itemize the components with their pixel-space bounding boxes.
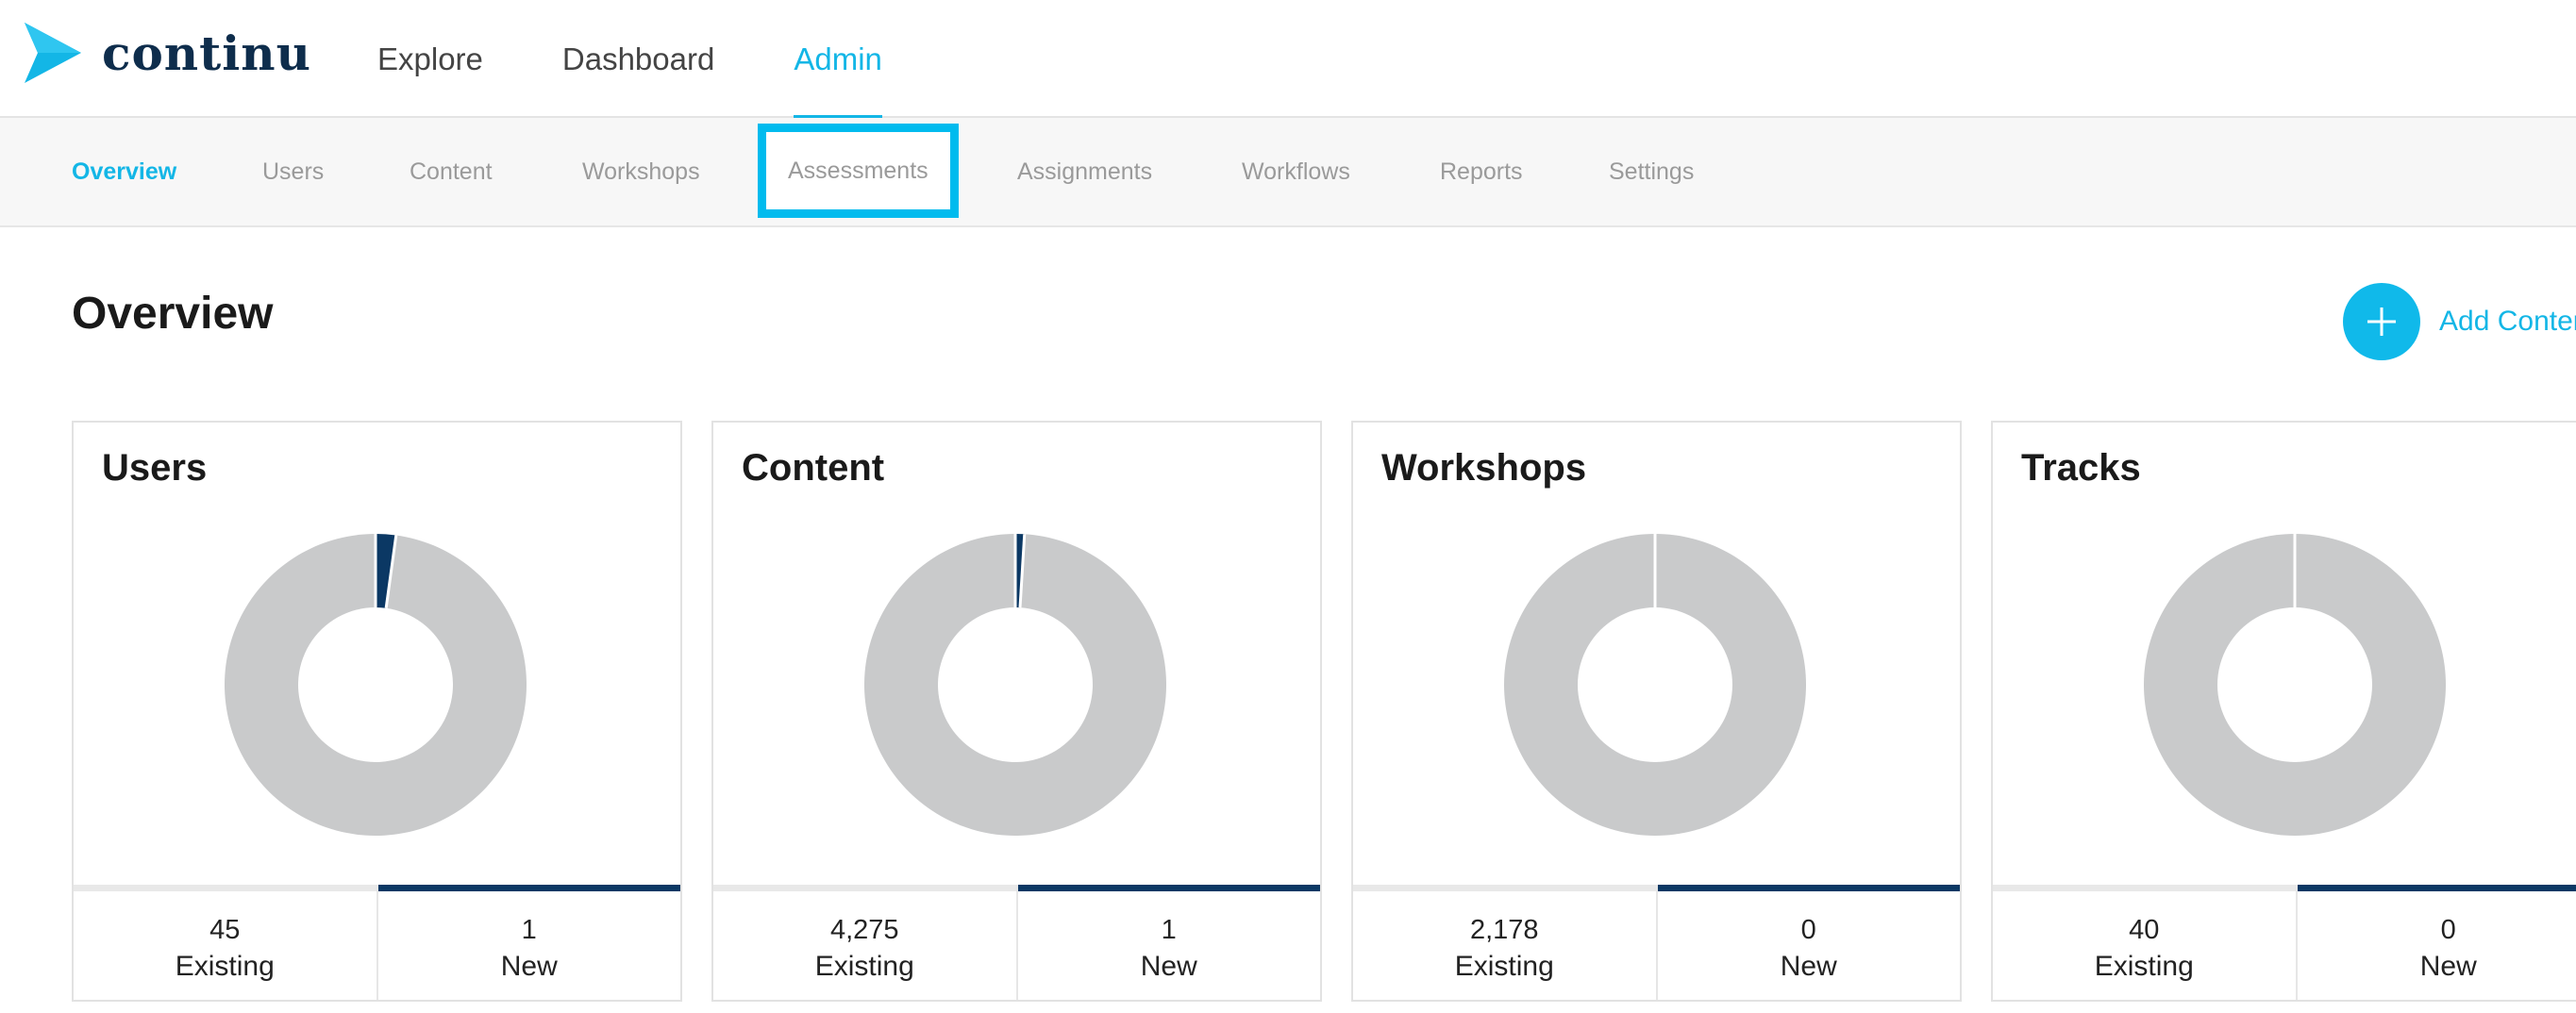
brand-name: continu [102, 25, 311, 81]
card-title: Users [102, 447, 208, 489]
users-card: Users 45 Existing 1 New [72, 421, 682, 1002]
tab-settings[interactable]: Settings [1609, 118, 1694, 225]
workshops-card: Workshops 2,178 Existing 0 New [1351, 421, 1962, 1002]
add-content-label[interactable]: Add Conten [2439, 306, 2576, 338]
content-card: Content 4,275 Existing 1 New [711, 421, 1322, 1002]
tab-users[interactable]: Users [262, 118, 324, 225]
new-count: 1 [521, 915, 537, 945]
tab-assessments[interactable]: Assessments [758, 124, 959, 218]
tab-workflows[interactable]: Workflows [1242, 118, 1350, 225]
main-nav: Explore Dashboard Admin [377, 0, 962, 120]
top-bar: continu Explore Dashboard Admin [0, 0, 2576, 120]
new-stat: 1 New [1017, 885, 1320, 1000]
plus-icon[interactable] [2343, 283, 2420, 360]
existing-stat: 2,178 Existing [1353, 885, 1658, 1000]
existing-stat: 4,275 Existing [713, 885, 1018, 1000]
brand-logo[interactable]: continu [25, 23, 311, 83]
new-label: New [500, 951, 558, 982]
existing-count: 45 [209, 915, 241, 945]
users-donut-chart [225, 534, 527, 836]
content-donut-chart [864, 534, 1166, 836]
new-stat: 0 New [1657, 885, 1960, 1000]
add-content-button[interactable]: Add Conten [2343, 283, 2576, 360]
existing-count: 2,178 [1469, 915, 1539, 945]
new-label: New [1140, 951, 1197, 982]
existing-stat: 40 Existing [1993, 885, 2298, 1000]
new-stat: 1 New [377, 885, 680, 1000]
card-stats: 45 Existing 1 New [74, 885, 680, 1000]
tab-content[interactable]: Content [410, 118, 493, 225]
main-nav-dashboard[interactable]: Dashboard [562, 0, 714, 118]
new-stat: 0 New [2297, 885, 2576, 1000]
tab-overview[interactable]: Overview [72, 118, 176, 225]
tab-workshops[interactable]: Workshops [582, 118, 700, 225]
new-count: 0 [2440, 915, 2456, 945]
existing-count: 40 [2129, 915, 2160, 945]
admin-sub-nav: Overview Users Content Workshops Assessm… [0, 118, 2576, 227]
logo-arrow-icon [25, 23, 81, 83]
tracks-card: Tracks 40 Existing 0 New [1991, 421, 2576, 1002]
existing-label: Existing [814, 951, 914, 982]
main-nav-explore[interactable]: Explore [377, 0, 483, 118]
page-title: Overview [72, 289, 274, 339]
existing-count: 4,275 [829, 915, 899, 945]
tracks-donut-chart [2144, 534, 2446, 836]
existing-label: Existing [175, 951, 275, 982]
card-stats: 40 Existing 0 New [1993, 885, 2576, 1000]
tab-reports[interactable]: Reports [1440, 118, 1523, 225]
new-count: 1 [1161, 915, 1177, 945]
card-title: Tracks [2021, 447, 2141, 489]
new-count: 0 [1800, 915, 1816, 945]
card-stats: 4,275 Existing 1 New [713, 885, 1320, 1000]
card-title: Content [742, 447, 885, 489]
existing-label: Existing [1454, 951, 1554, 982]
card-title: Workshops [1381, 447, 1587, 489]
existing-label: Existing [2094, 951, 2194, 982]
existing-stat: 45 Existing [74, 885, 378, 1000]
new-label: New [2419, 951, 2477, 982]
card-stats: 2,178 Existing 0 New [1353, 885, 1960, 1000]
workshops-donut-chart [1504, 534, 1806, 836]
tab-assignments[interactable]: Assignments [1017, 118, 1152, 225]
main-nav-admin[interactable]: Admin [794, 0, 882, 120]
new-label: New [1780, 951, 1837, 982]
